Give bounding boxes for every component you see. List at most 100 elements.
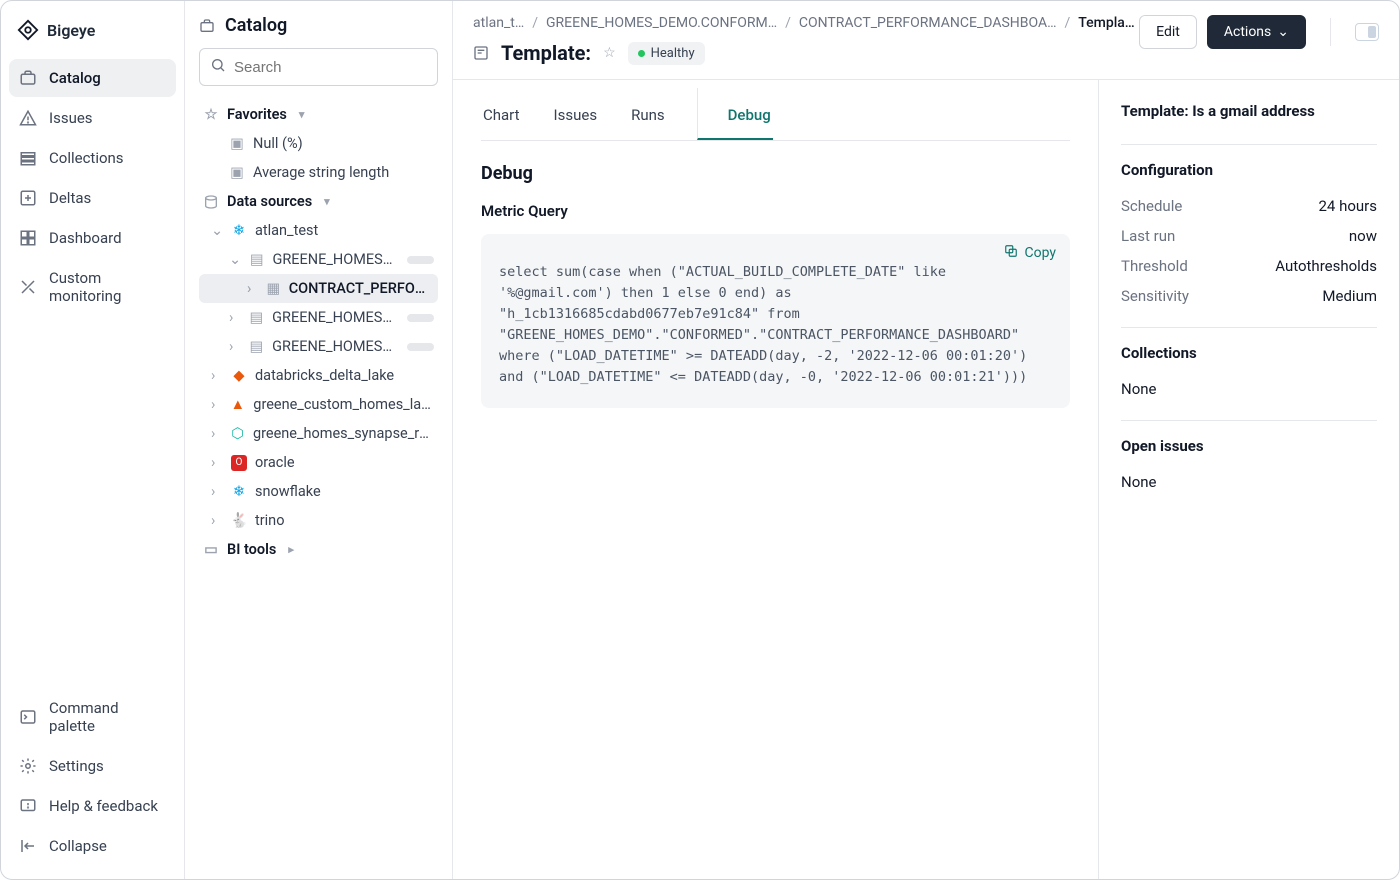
schema-icon: ▤ [249,251,264,268]
brand: Bigeye [9,15,176,59]
divider [1330,18,1331,46]
tools-icon [19,278,37,296]
actions-button[interactable]: Actions ⌄ [1207,15,1306,49]
nav-label: Deltas [49,189,91,207]
collections-heading: Collections [1121,344,1377,362]
breadcrumb-item[interactable]: atlan_t… [473,15,524,31]
details-panel: Template: Is a gmail address Configurati… [1099,80,1399,879]
breadcrumb-item[interactable]: GREENE_HOMES_DEMO.CONFORM… [546,15,777,31]
tab-issues[interactable]: Issues [552,88,600,140]
caret-down-icon: ▾ [299,108,305,121]
main-area: atlan_t… / GREENE_HOMES_DEMO.CONFORM… / … [453,1,1399,879]
help-icon [19,797,37,815]
nav-item-dashboard[interactable]: Dashboard [9,219,176,257]
catalog-panel: Catalog ☆ Favorites ▾ ▣ Null (%) ▣ Ave [185,1,453,879]
config-row-schedule: Schedule 24 hours [1121,191,1377,221]
table-icon: ▦ [266,280,281,297]
tree-item-snowflake[interactable]: › ❄ snowflake [199,477,438,506]
tree-item-greene-homes-a[interactable]: ⌄ ▤ GREENE_HOMES_… [199,245,438,274]
tree-item-greene-homes-b[interactable]: › ▤ GREENE_HOMES_… [199,303,438,332]
tabs: Chart Issues Runs Debug [481,88,1070,141]
tree-item-atlan-test[interactable]: ⌄ ❄ atlan_test [199,216,438,245]
catalog-title: Catalog [225,15,287,36]
catalog-search-input[interactable] [234,59,433,76]
chevron-right-icon: › [247,280,258,297]
loading-bar [407,256,434,264]
copy-button[interactable]: Copy [1004,244,1056,262]
breadcrumb-item[interactable]: CONTRACT_PERFORMANCE_DASHBOA… [799,15,1057,31]
tree-section-favorites[interactable]: ☆ Favorites ▾ [199,100,438,129]
center-pane: Chart Issues Runs Debug Debug Metric Que… [453,80,1099,879]
details-title: Template: Is a gmail address [1121,102,1377,120]
star-outline-icon: ☆ [203,106,219,123]
alert-triangle-icon [19,109,37,127]
query-box: Copy select sum(case when ("ACTUAL_BUILD… [481,234,1070,408]
bi-icon: ▭ [203,541,219,558]
chevron-down-icon: ⌄ [229,251,241,268]
database-icon [203,194,219,210]
brand-logo-icon [17,19,39,41]
collections-value: None [1121,380,1157,398]
synapse-icon: ⬡ [230,425,245,442]
nav-item-settings[interactable]: Settings [9,747,176,785]
briefcase-icon [19,69,37,87]
tree-section-data-sources[interactable]: Data sources ▾ [199,187,438,216]
nav-item-command-palette[interactable]: Command palette [9,689,176,745]
nav-item-catalog[interactable]: Catalog [9,59,176,97]
open-issues-value: None [1121,473,1157,491]
toggle-right-panel-button[interactable] [1355,23,1379,41]
tab-runs[interactable]: Runs [629,88,667,140]
status-dot-icon [638,50,645,57]
chevron-right-icon: › [211,512,223,529]
tree-item-null-percent[interactable]: ▣ Null (%) [199,129,438,158]
nav-item-custom-monitoring[interactable]: Custom monitoring [9,259,176,315]
config-row-threshold: Threshold Autothresholds [1121,251,1377,281]
databricks-icon: ◆ [231,367,247,384]
tree-item-greene-homes-c[interactable]: › ▤ GREENE_HOMES_… [199,332,438,361]
primary-nav: Bigeye Catalog Issues Collections [1,1,185,879]
snowflake-icon: ❄ [231,222,247,239]
nav-item-collections[interactable]: Collections [9,139,176,177]
config-row-last-run: Last run now [1121,221,1377,251]
query-text[interactable]: select sum(case when ("ACTUAL_BUILD_COMP… [499,262,1052,388]
trino-icon: 🐇 [231,512,247,529]
tree-item-oracle[interactable]: › O oracle [199,448,438,477]
tree-item-greene-custom[interactable]: › ▲ greene_custom_homes_lake… [199,390,438,419]
metric-query-heading: Metric Query [481,202,1070,220]
tree-item-databricks[interactable]: › ◆ databricks_delta_lake [199,361,438,390]
catalog-search[interactable] [199,48,438,86]
caret-right-icon: ▸ [288,543,294,556]
favorite-star-icon[interactable]: ☆ [603,45,616,61]
nav-label: Help & feedback [49,797,158,815]
nav-item-collapse[interactable]: Collapse [9,827,176,865]
schema-icon: ▤ [249,338,265,355]
gear-icon [19,757,37,775]
edit-button[interactable]: Edit [1139,15,1197,49]
chevron-right-icon: › [211,396,222,413]
nav-item-issues[interactable]: Issues [9,99,176,137]
nav-item-help[interactable]: Help & feedback [9,787,176,825]
tree-item-avg-string-length[interactable]: ▣ Average string length [199,158,438,187]
metric-icon: ▣ [229,135,245,152]
nav-label: Settings [49,757,104,775]
snowflake-icon: ❄ [231,483,247,500]
tab-debug[interactable]: Debug [697,88,773,140]
topbar: atlan_t… / GREENE_HOMES_DEMO.CONFORM… / … [453,1,1399,80]
caret-down-icon: ▾ [324,195,330,208]
catalog-tree: ☆ Favorites ▾ ▣ Null (%) ▣ Average strin… [199,100,438,564]
template-icon [473,43,489,63]
tab-chart[interactable]: Chart [481,88,522,140]
copy-icon [1004,244,1018,262]
schema-icon: ▤ [249,309,265,326]
chevron-right-icon: › [229,309,241,326]
chevron-right-icon: › [229,338,241,355]
loading-bar [407,314,434,322]
nav-label: Collapse [49,837,107,855]
tree-item-greene-synapse[interactable]: › ⬡ greene_homes_synapse_repl… [199,419,438,448]
tree-item-trino[interactable]: › 🐇 trino [199,506,438,535]
tree-item-contract-performance[interactable]: › ▦ CONTRACT_PERFORM… [199,274,438,303]
nav-item-deltas[interactable]: Deltas [9,179,176,217]
breadcrumb-item-current: Templa… [1078,15,1134,31]
chevron-down-icon: ⌄ [211,222,223,239]
tree-section-bi-tools[interactable]: ▭ BI tools ▸ [199,535,438,564]
